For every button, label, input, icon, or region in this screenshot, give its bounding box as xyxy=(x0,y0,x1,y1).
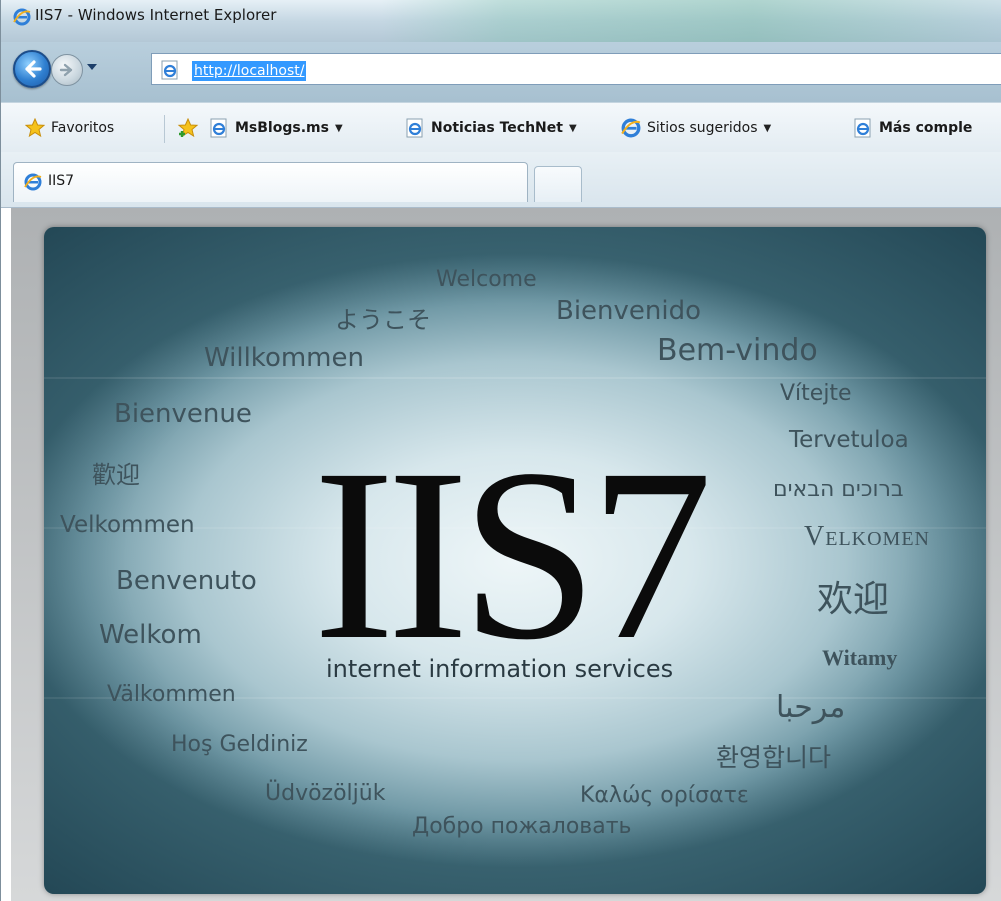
tab-label: IIS7 xyxy=(48,173,75,189)
welcome-word: Vítejte xyxy=(780,381,852,406)
welcome-word: Benvenuto xyxy=(116,566,257,596)
welcome-word: Velkommen xyxy=(60,512,195,538)
tab-row: IIS7 xyxy=(1,152,1001,208)
welcome-word: Καλώς ορίσατε xyxy=(580,783,749,808)
new-tab-button[interactable] xyxy=(534,166,582,202)
ie-icon xyxy=(621,118,641,138)
welcome-word: Bienvenue xyxy=(114,399,252,429)
address-url[interactable]: http://localhost/ xyxy=(192,61,307,81)
favorite-link-sitios-sugeridos[interactable]: Sitios sugeridos ▼ xyxy=(621,117,771,139)
iis7-logo: IIS7 xyxy=(313,419,713,691)
favorites-separator xyxy=(164,115,165,143)
tab-iis7[interactable]: IIS7 xyxy=(13,162,528,202)
welcome-word: Velkomen xyxy=(804,521,930,552)
recent-pages-dropdown[interactable] xyxy=(87,64,97,70)
welcome-word: Willkommen xyxy=(204,343,364,373)
welcome-word: ברוכים הבאים xyxy=(773,477,904,502)
welcome-word: Hoş Geldiniz xyxy=(171,732,308,757)
welcome-word: Welkom xyxy=(99,620,202,650)
welcome-word: 欢迎 xyxy=(817,579,890,620)
add-favorite-star-icon xyxy=(177,118,199,138)
ie-icon xyxy=(13,8,31,30)
ie-page-icon xyxy=(160,60,180,84)
chevron-down-icon: ▼ xyxy=(334,122,343,134)
forward-button[interactable] xyxy=(51,54,83,86)
add-to-favorites-button[interactable] xyxy=(177,117,199,139)
address-bar[interactable]: http://localhost/ xyxy=(151,53,1001,85)
welcome-word: Добро пожаловать xyxy=(412,814,632,839)
favorites-label: Favoritos xyxy=(51,120,115,136)
favorite-link-noticias-technet[interactable]: Noticias TechNet ▼ xyxy=(405,117,577,139)
favorite-label: Noticias TechNet xyxy=(431,120,563,136)
favorite-link-msblogs[interactable]: MsBlogs.ms ▼ xyxy=(209,117,343,139)
welcome-word: Bem-vindo xyxy=(657,333,818,368)
welcome-word: 환영합니다 xyxy=(716,743,832,772)
star-icon xyxy=(25,118,45,138)
address-row: http://localhost/ xyxy=(1,42,1001,102)
back-arrow-icon xyxy=(25,60,42,78)
welcome-word: Välkommen xyxy=(107,682,236,707)
ie-page-icon xyxy=(406,118,423,138)
favorite-label: Más comple xyxy=(879,120,973,136)
chevron-down-icon: ▼ xyxy=(568,122,577,134)
ie-page-icon xyxy=(210,118,227,138)
welcome-word: Witamy xyxy=(822,645,898,670)
chevron-down-icon: ▼ xyxy=(763,122,772,134)
ie-page-icon xyxy=(854,118,871,138)
window-title: IIS7 - Windows Internet Explorer xyxy=(35,6,277,24)
welcome-word: مرحبا xyxy=(776,690,846,725)
title-bar-glow xyxy=(381,0,1001,42)
welcome-word: Tervetuloa xyxy=(789,427,909,453)
favorite-label: Sitios sugeridos xyxy=(647,120,758,136)
forward-arrow-icon xyxy=(59,63,73,77)
welcome-word: Welcome xyxy=(436,267,537,292)
welcome-word: Üdvözöljük xyxy=(265,781,386,806)
welcome-word: Bienvenido xyxy=(556,296,702,326)
welcome-word: ようこそ xyxy=(335,306,431,334)
favorite-label: MsBlogs.ms xyxy=(235,120,329,136)
favorite-link-mas-complementos[interactable]: Más comple xyxy=(853,117,972,139)
ie-icon xyxy=(24,173,42,195)
back-button[interactable] xyxy=(13,50,51,88)
iis-subtitle: internet information services xyxy=(326,655,674,683)
favorites-bar: Favoritos MsBlogs.ms ▼ Noticias TechNet … xyxy=(1,102,1001,152)
title-bar: IIS7 - Windows Internet Explorer xyxy=(1,0,1001,42)
favorites-button[interactable]: Favoritos xyxy=(25,117,114,139)
welcome-word: 歡迎 xyxy=(92,461,140,489)
